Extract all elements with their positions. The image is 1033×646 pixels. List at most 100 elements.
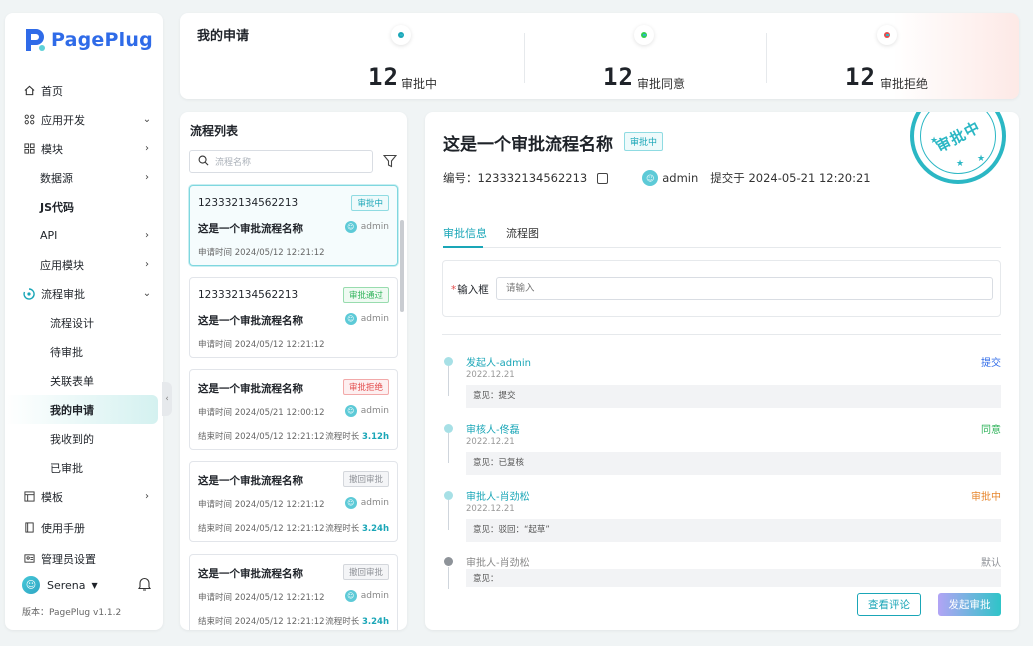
timeline-date: 2022.12.21 xyxy=(466,504,515,514)
chevron-right-icon: › xyxy=(145,258,149,270)
tab-approval-info[interactable]: 审批信息 xyxy=(443,225,487,241)
submit-time: 提交于 2024-05-21 12:20:21 xyxy=(710,171,871,185)
module-icon xyxy=(23,143,35,155)
sidebar-item-label: 待审批 xyxy=(50,345,83,359)
sidebar-item-app-module[interactable]: 应用模块 › xyxy=(5,250,163,279)
filter-icon[interactable] xyxy=(382,154,398,172)
sidebar-item-label: 管理员设置 xyxy=(41,552,96,566)
avatar: ☺ xyxy=(344,221,357,233)
sidebar-item-label: 流程审批 xyxy=(41,287,85,301)
timeline-line xyxy=(448,500,449,530)
sidebar-item-approved[interactable]: 已审批 xyxy=(5,453,163,482)
view-comments-button[interactable]: 查看评论 xyxy=(857,593,921,616)
timeline-line xyxy=(448,366,449,396)
flow-card[interactable]: 这是一个审批流程名称 撤回审批 申请时间 2024/05/12 12:21:12… xyxy=(189,554,398,630)
copy-icon[interactable] xyxy=(597,172,609,184)
flow-name: 这是一个审批流程名称 xyxy=(198,383,303,395)
status-badge: 撤回审批 xyxy=(342,564,389,580)
sidebar-nav: 首页 应用开发 ⌄ 模块 › 数据源 › JS代码 API › 应用模块 › 流… xyxy=(5,76,163,573)
sidebar-item-my-applications[interactable]: 我的申请 xyxy=(5,395,158,424)
sidebar-item-label: 数据源 xyxy=(40,171,73,185)
stat-pending[interactable]: 12 审批中 xyxy=(280,25,522,91)
stat-value: 12 xyxy=(603,63,634,91)
timeline-status: 提交 xyxy=(981,358,1001,369)
end-time: 结束时间 2024/05/12 12:21:12 xyxy=(198,432,325,442)
sidebar-item-label: 应用开发 xyxy=(41,113,85,127)
status-badge: 审批拒绝 xyxy=(342,379,389,395)
form-label: *输入框 xyxy=(451,282,489,297)
apply-time: 申请时间 2024/05/12 12:21:12 xyxy=(198,340,325,350)
stat-approved[interactable]: 12 审批同意 xyxy=(523,25,765,91)
flow-owner: ☺ admin xyxy=(344,405,389,417)
status-badge: 撤回审批 xyxy=(342,471,389,487)
manual-icon xyxy=(23,522,35,534)
owner-name: admin xyxy=(360,591,389,601)
end-time: 结束时间 2024/05/12 12:21:12 xyxy=(198,524,325,534)
flow-card[interactable]: 123332134562213 审批中 这是一个审批流程名称 ☺ admin 申请… xyxy=(189,185,398,266)
flow-card[interactable]: 123332134562213 审批通过 这是一个审批流程名称 ☺ admin 申… xyxy=(189,277,398,358)
timeline-name: 审批人-肖劲松 xyxy=(466,558,530,569)
duration-label: 流程时长 xyxy=(325,524,360,534)
timeline-opinion: 意见：已复核 xyxy=(466,452,1001,475)
sidebar-item-pending[interactable]: 待审批 xyxy=(5,337,163,366)
flow-list-panel: 流程列表 流程名称 123332134562213 审批中 这是一个审批流程名称… xyxy=(180,112,407,630)
flow-card[interactable]: 这是一个审批流程名称 审批拒绝 申请时间 2024/05/21 12:00:12… xyxy=(189,369,398,450)
scrollbar[interactable] xyxy=(400,220,404,312)
avatar: ☺ xyxy=(642,170,659,186)
form-section: *输入框 xyxy=(442,260,1001,317)
timeline-name: 审批人-肖劲松 xyxy=(466,492,530,503)
version-text: 版本：PagePlug v1.1.2 xyxy=(22,608,122,618)
detail-meta: 编号：123332134562213 ☺ admin 提交于 2024-05-21… xyxy=(443,170,871,186)
status-badge: 审批中 xyxy=(624,132,664,151)
sidebar-item-module[interactable]: 模块 › xyxy=(5,134,163,163)
form-label-text: 输入框 xyxy=(457,284,489,296)
timeline-dot xyxy=(444,491,453,500)
sidebar-item-label: 模板 xyxy=(41,490,63,504)
search-input[interactable]: 流程名称 xyxy=(189,150,373,173)
sidebar-item-manual[interactable]: 使用手册 xyxy=(5,513,163,542)
collapse-sidebar-button[interactable]: ‹ xyxy=(162,382,172,416)
star-icon: ★ xyxy=(956,159,965,169)
apply-time: 申请时间 2024/05/12 12:21:12 xyxy=(198,500,325,510)
tab-active-indicator xyxy=(443,246,483,248)
sidebar-item-label: 首页 xyxy=(41,84,63,98)
tab-flow-chart[interactable]: 流程图 xyxy=(506,225,539,241)
flow-owner: ☺ admin xyxy=(344,221,389,233)
text-input[interactable] xyxy=(496,277,993,300)
flow-name: 这是一个审批流程名称 xyxy=(198,475,303,487)
caret-down-icon: ▼ xyxy=(91,580,98,590)
chevron-right-icon: › xyxy=(145,142,149,154)
start-approval-button[interactable]: 发起审批 xyxy=(938,593,1001,616)
logo-text: PagePlug xyxy=(51,29,153,51)
sidebar-item-app-dev[interactable]: 应用开发 ⌄ xyxy=(5,105,163,134)
logo[interactable]: PagePlug xyxy=(23,27,153,53)
admin-icon xyxy=(23,553,35,565)
sidebar-item-js-code[interactable]: JS代码 xyxy=(5,192,163,221)
stat-rejected[interactable]: 12 审批拒绝 xyxy=(766,25,1008,91)
flow-card[interactable]: 这是一个审批流程名称 撤回审批 申请时间 2024/05/12 12:21:12… xyxy=(189,461,398,542)
flow-owner: ☺ admin xyxy=(344,313,389,325)
sidebar-item-api[interactable]: API › xyxy=(5,221,163,250)
sidebar-item-process[interactable]: 流程审批 ⌄ xyxy=(5,279,163,308)
user-name: Serena xyxy=(47,578,86,592)
flow-id: 123332134562213 xyxy=(198,289,299,301)
owner-name: admin xyxy=(662,171,699,185)
status-dot-icon xyxy=(391,25,411,45)
search-icon xyxy=(198,155,209,169)
sidebar-item-home[interactable]: 首页 xyxy=(5,76,163,105)
timeline-line xyxy=(448,567,449,589)
sidebar-item-datasource[interactable]: 数据源 › xyxy=(5,163,163,192)
bell-icon[interactable] xyxy=(137,576,152,596)
detail-owner: ☺ admin xyxy=(642,170,698,186)
sidebar-item-linked-form[interactable]: 关联表单 xyxy=(5,366,163,395)
stamp-text: 审批中 xyxy=(932,117,984,156)
user-menu[interactable]: ☺ Serena ▼ xyxy=(22,576,152,594)
timeline-name: 发起人-admin xyxy=(466,358,531,369)
sidebar-item-received[interactable]: 我收到的 xyxy=(5,424,163,453)
sidebar-item-process-design[interactable]: 流程设计 xyxy=(5,308,163,337)
chevron-right-icon: › xyxy=(145,229,149,241)
duration-value: 3.12h xyxy=(361,432,389,442)
chevron-right-icon: › xyxy=(145,171,149,183)
sidebar-item-template[interactable]: 模板 › xyxy=(5,482,163,511)
sidebar-item-admin-settings[interactable]: 管理员设置 xyxy=(5,544,163,573)
